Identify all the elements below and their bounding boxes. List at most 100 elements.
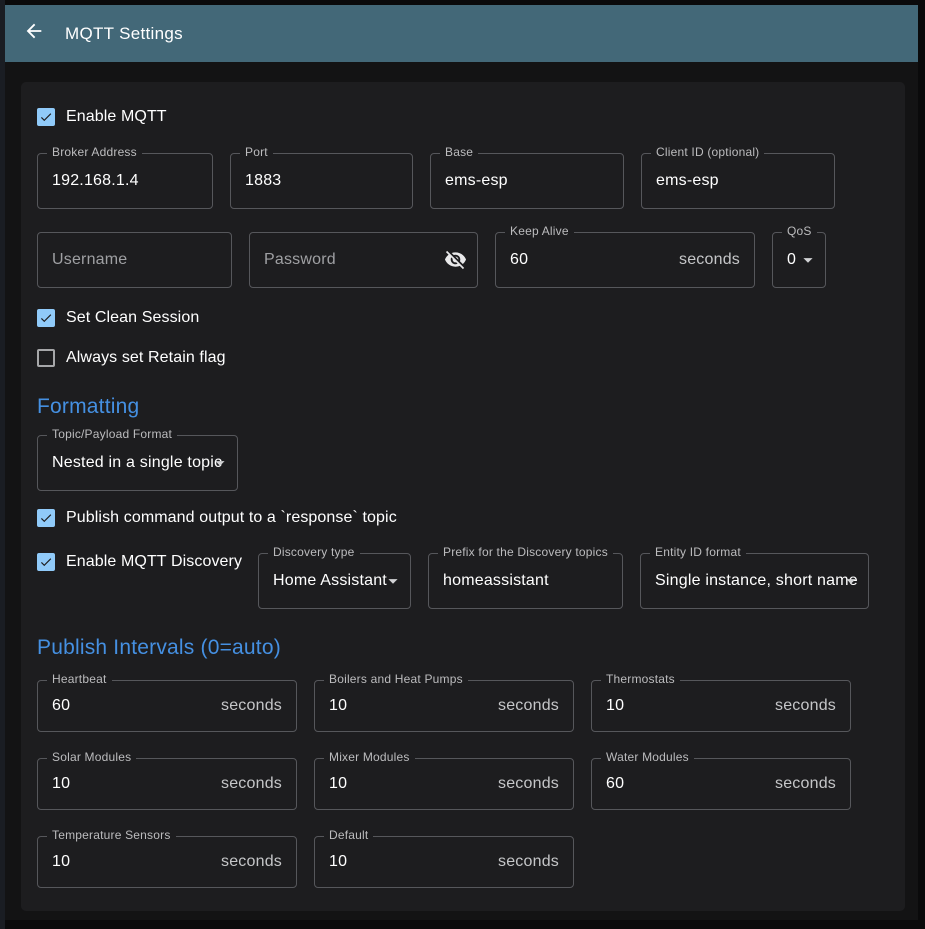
temperature-interval-field[interactable]: Temperature Sensors 10 seconds bbox=[37, 836, 297, 888]
client-id-value: ems-esp bbox=[656, 172, 719, 190]
check-icon bbox=[39, 510, 53, 526]
password-visibility-toggle[interactable] bbox=[444, 248, 468, 272]
default-interval-field[interactable]: Default 10 seconds bbox=[314, 836, 574, 888]
app-bar: MQTT Settings bbox=[5, 5, 918, 62]
water-value: 60 bbox=[606, 775, 624, 793]
entity-format-label: Entity ID format bbox=[650, 545, 746, 559]
retain-flag-row: Always set Retain flag bbox=[37, 349, 889, 367]
keep-alive-value: 60 bbox=[510, 251, 528, 269]
enable-mqtt-row: Enable MQTT bbox=[37, 108, 889, 126]
broker-fields-row: Broker Address 192.168.1.4 Port 1883 Bas… bbox=[37, 153, 889, 209]
discovery-row: Enable MQTT Discovery Discovery type Hom… bbox=[37, 553, 889, 609]
password-field[interactable]: Password bbox=[249, 232, 478, 288]
back-button[interactable] bbox=[22, 22, 46, 46]
thermostats-label: Thermostats bbox=[601, 672, 680, 686]
heartbeat-value: 60 bbox=[52, 697, 70, 715]
port-field[interactable]: Port 1883 bbox=[230, 153, 413, 209]
entity-format-value: Single instance, short name bbox=[655, 572, 858, 590]
qos-select[interactable]: QoS 0 bbox=[772, 232, 826, 288]
check-icon bbox=[39, 109, 53, 125]
intervals-grid: Heartbeat 60 seconds Boilers and Heat Pu… bbox=[37, 680, 889, 888]
settings-card: Enable MQTT Broker Address 192.168.1.4 P… bbox=[21, 82, 905, 911]
topic-format-value: Nested in a single topic bbox=[52, 454, 222, 472]
keep-alive-field[interactable]: Keep Alive 60 seconds bbox=[495, 232, 755, 288]
broker-address-field[interactable]: Broker Address 192.168.1.4 bbox=[37, 153, 213, 209]
chevron-down-icon bbox=[382, 570, 404, 592]
temperature-value: 10 bbox=[52, 853, 70, 871]
client-id-label: Client ID (optional) bbox=[651, 145, 764, 159]
mixer-interval-field[interactable]: Mixer Modules 10 seconds bbox=[314, 758, 574, 810]
port-label: Port bbox=[240, 145, 273, 159]
port-value: 1883 bbox=[245, 172, 281, 190]
clean-session-row: Set Clean Session bbox=[37, 309, 889, 327]
broker-address-label: Broker Address bbox=[47, 145, 142, 159]
boilers-unit: seconds bbox=[498, 697, 559, 715]
qos-value: 0 bbox=[787, 251, 796, 269]
heartbeat-interval-field[interactable]: Heartbeat 60 seconds bbox=[37, 680, 297, 732]
solar-unit: seconds bbox=[221, 775, 282, 793]
discovery-prefix-field[interactable]: Prefix for the Discovery topics homeassi… bbox=[428, 553, 623, 609]
username-field[interactable]: Username bbox=[37, 232, 232, 288]
publish-response-label: Publish command output to a `response` t… bbox=[66, 509, 397, 527]
page-title: MQTT Settings bbox=[65, 24, 183, 44]
topic-format-label: Topic/Payload Format bbox=[47, 427, 177, 441]
retain-flag-checkbox[interactable] bbox=[37, 349, 55, 367]
enable-mqtt-label: Enable MQTT bbox=[66, 108, 167, 126]
discovery-type-label: Discovery type bbox=[268, 545, 360, 559]
enable-discovery-label: Enable MQTT Discovery bbox=[66, 553, 242, 571]
topic-format-select[interactable]: Topic/Payload Format Nested in a single … bbox=[37, 435, 238, 491]
base-label: Base bbox=[440, 145, 478, 159]
mixer-unit: seconds bbox=[498, 775, 559, 793]
boilers-value: 10 bbox=[329, 697, 347, 715]
discovery-type-value: Home Assistant bbox=[273, 572, 387, 590]
chevron-down-icon bbox=[209, 452, 231, 474]
water-unit: seconds bbox=[775, 775, 836, 793]
clean-session-checkbox[interactable] bbox=[37, 309, 55, 327]
enable-mqtt-checkbox[interactable] bbox=[37, 108, 55, 126]
publish-response-row: Publish command output to a `response` t… bbox=[37, 509, 889, 527]
boilers-interval-field[interactable]: Boilers and Heat Pumps 10 seconds bbox=[314, 680, 574, 732]
qos-label: QoS bbox=[782, 224, 817, 238]
default-value: 10 bbox=[329, 853, 347, 871]
mixer-value: 10 bbox=[329, 775, 347, 793]
base-value: ems-esp bbox=[445, 172, 508, 190]
check-icon bbox=[39, 310, 53, 326]
client-id-field[interactable]: Client ID (optional) ems-esp bbox=[641, 153, 835, 209]
heartbeat-label: Heartbeat bbox=[47, 672, 112, 686]
entity-format-select[interactable]: Entity ID format Single instance, short … bbox=[640, 553, 869, 609]
chevron-down-icon bbox=[797, 249, 819, 271]
default-unit: seconds bbox=[498, 853, 559, 871]
arrow-left-icon bbox=[23, 20, 45, 47]
check-icon bbox=[39, 554, 53, 570]
mixer-label: Mixer Modules bbox=[324, 750, 415, 764]
solar-interval-field[interactable]: Solar Modules 10 seconds bbox=[37, 758, 297, 810]
enable-discovery-row: Enable MQTT Discovery bbox=[37, 553, 241, 571]
topic-format-row: Topic/Payload Format Nested in a single … bbox=[37, 435, 889, 491]
mqtt-settings-screen: MQTT Settings Enable MQTT Broker Address… bbox=[0, 0, 925, 929]
solar-value: 10 bbox=[52, 775, 70, 793]
temperature-label: Temperature Sensors bbox=[47, 828, 176, 842]
credentials-row: Username Password Keep Alive 60 seconds bbox=[37, 232, 889, 288]
thermostats-value: 10 bbox=[606, 697, 624, 715]
clean-session-label: Set Clean Session bbox=[66, 309, 199, 327]
page-content: Enable MQTT Broker Address 192.168.1.4 P… bbox=[5, 62, 918, 920]
username-placeholder: Username bbox=[52, 251, 127, 269]
water-interval-field[interactable]: Water Modules 60 seconds bbox=[591, 758, 851, 810]
thermostats-interval-field[interactable]: Thermostats 10 seconds bbox=[591, 680, 851, 732]
water-label: Water Modules bbox=[601, 750, 694, 764]
keep-alive-label: Keep Alive bbox=[505, 224, 574, 238]
discovery-prefix-label: Prefix for the Discovery topics bbox=[438, 545, 613, 559]
discovery-prefix-value: homeassistant bbox=[443, 572, 549, 590]
broker-address-value: 192.168.1.4 bbox=[52, 172, 139, 190]
base-field[interactable]: Base ems-esp bbox=[430, 153, 624, 209]
thermostats-unit: seconds bbox=[775, 697, 836, 715]
retain-flag-label: Always set Retain flag bbox=[66, 349, 226, 367]
discovery-type-select[interactable]: Discovery type Home Assistant bbox=[258, 553, 411, 609]
keep-alive-unit: seconds bbox=[679, 251, 740, 269]
password-placeholder: Password bbox=[264, 251, 336, 269]
publish-response-checkbox[interactable] bbox=[37, 509, 55, 527]
enable-discovery-checkbox[interactable] bbox=[37, 553, 55, 571]
heartbeat-unit: seconds bbox=[221, 697, 282, 715]
chevron-down-icon bbox=[840, 570, 862, 592]
default-label: Default bbox=[324, 828, 373, 842]
